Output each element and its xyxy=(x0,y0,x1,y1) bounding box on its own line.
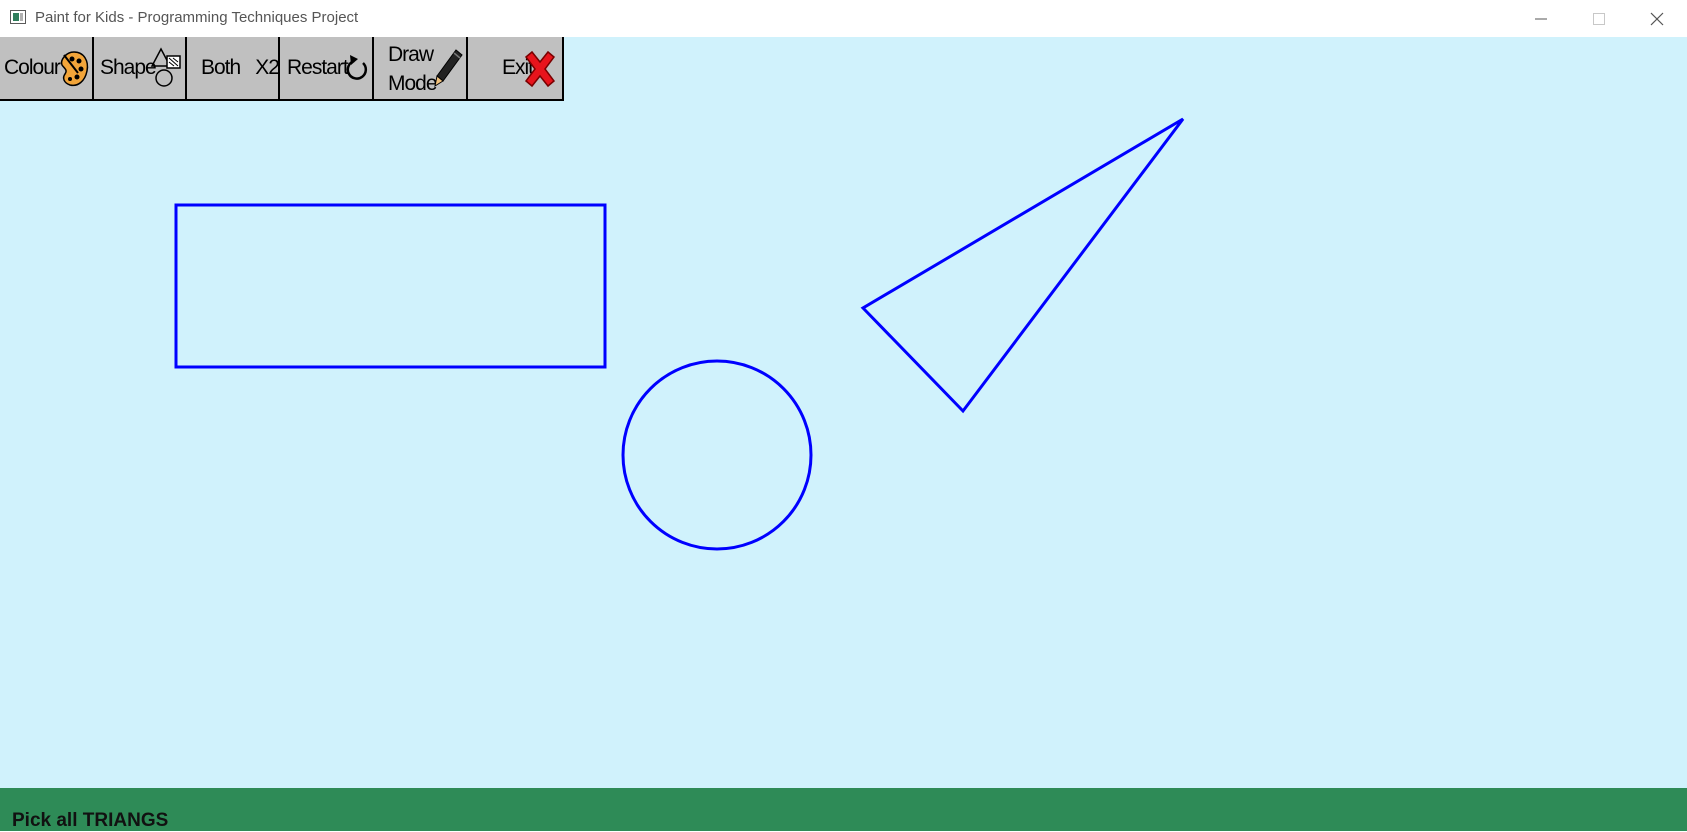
toolbar: Colour Shape Both X2 Restart Draw Mode E… xyxy=(0,37,564,101)
both-button[interactable]: Both X2 xyxy=(187,37,280,99)
window-title: Paint for Kids - Programming Techniques … xyxy=(35,9,359,26)
colour-button[interactable]: Colour xyxy=(0,37,94,99)
shape-button[interactable]: Shape xyxy=(94,37,187,99)
restart-button[interactable]: Restart xyxy=(280,37,374,99)
draw-mode-label: Draw Mode xyxy=(388,40,438,98)
shapes-icon xyxy=(150,47,181,87)
app-icon xyxy=(10,10,26,24)
shape-label: Shape xyxy=(100,56,157,79)
close-button[interactable] xyxy=(1628,0,1686,37)
both-x2-label: X2 xyxy=(255,56,280,79)
shapes-layer xyxy=(174,117,1185,551)
both-label: Both xyxy=(201,56,241,79)
status-message: Pick all TRIANGS xyxy=(12,810,169,831)
circle-shape[interactable] xyxy=(621,359,813,551)
colour-label: Colour xyxy=(4,56,61,79)
restart-arrow-icon xyxy=(346,55,368,80)
maximize-button[interactable] xyxy=(1570,0,1628,37)
title-bar: Paint for Kids - Programming Techniques … xyxy=(0,0,1687,37)
palette-icon xyxy=(60,51,89,87)
draw-mode-label-line1: Draw xyxy=(388,43,434,66)
red-x-icon xyxy=(524,50,556,88)
rectangle-shape[interactable] xyxy=(174,203,607,369)
draw-mode-button[interactable]: Draw Mode xyxy=(374,37,468,99)
minimize-button[interactable] xyxy=(1512,0,1570,37)
close-icon xyxy=(1650,12,1664,25)
pencil-icon xyxy=(434,49,463,88)
exit-button[interactable]: Exit xyxy=(468,37,564,99)
maximize-icon xyxy=(1593,12,1605,25)
draw-mode-label-line2: Mode xyxy=(388,72,438,95)
triangle-shape[interactable] xyxy=(860,117,1185,414)
minimize-icon xyxy=(1535,18,1547,19)
status-bar: Pick all TRIANGS xyxy=(0,788,1687,831)
restart-label: Restart xyxy=(287,56,349,79)
